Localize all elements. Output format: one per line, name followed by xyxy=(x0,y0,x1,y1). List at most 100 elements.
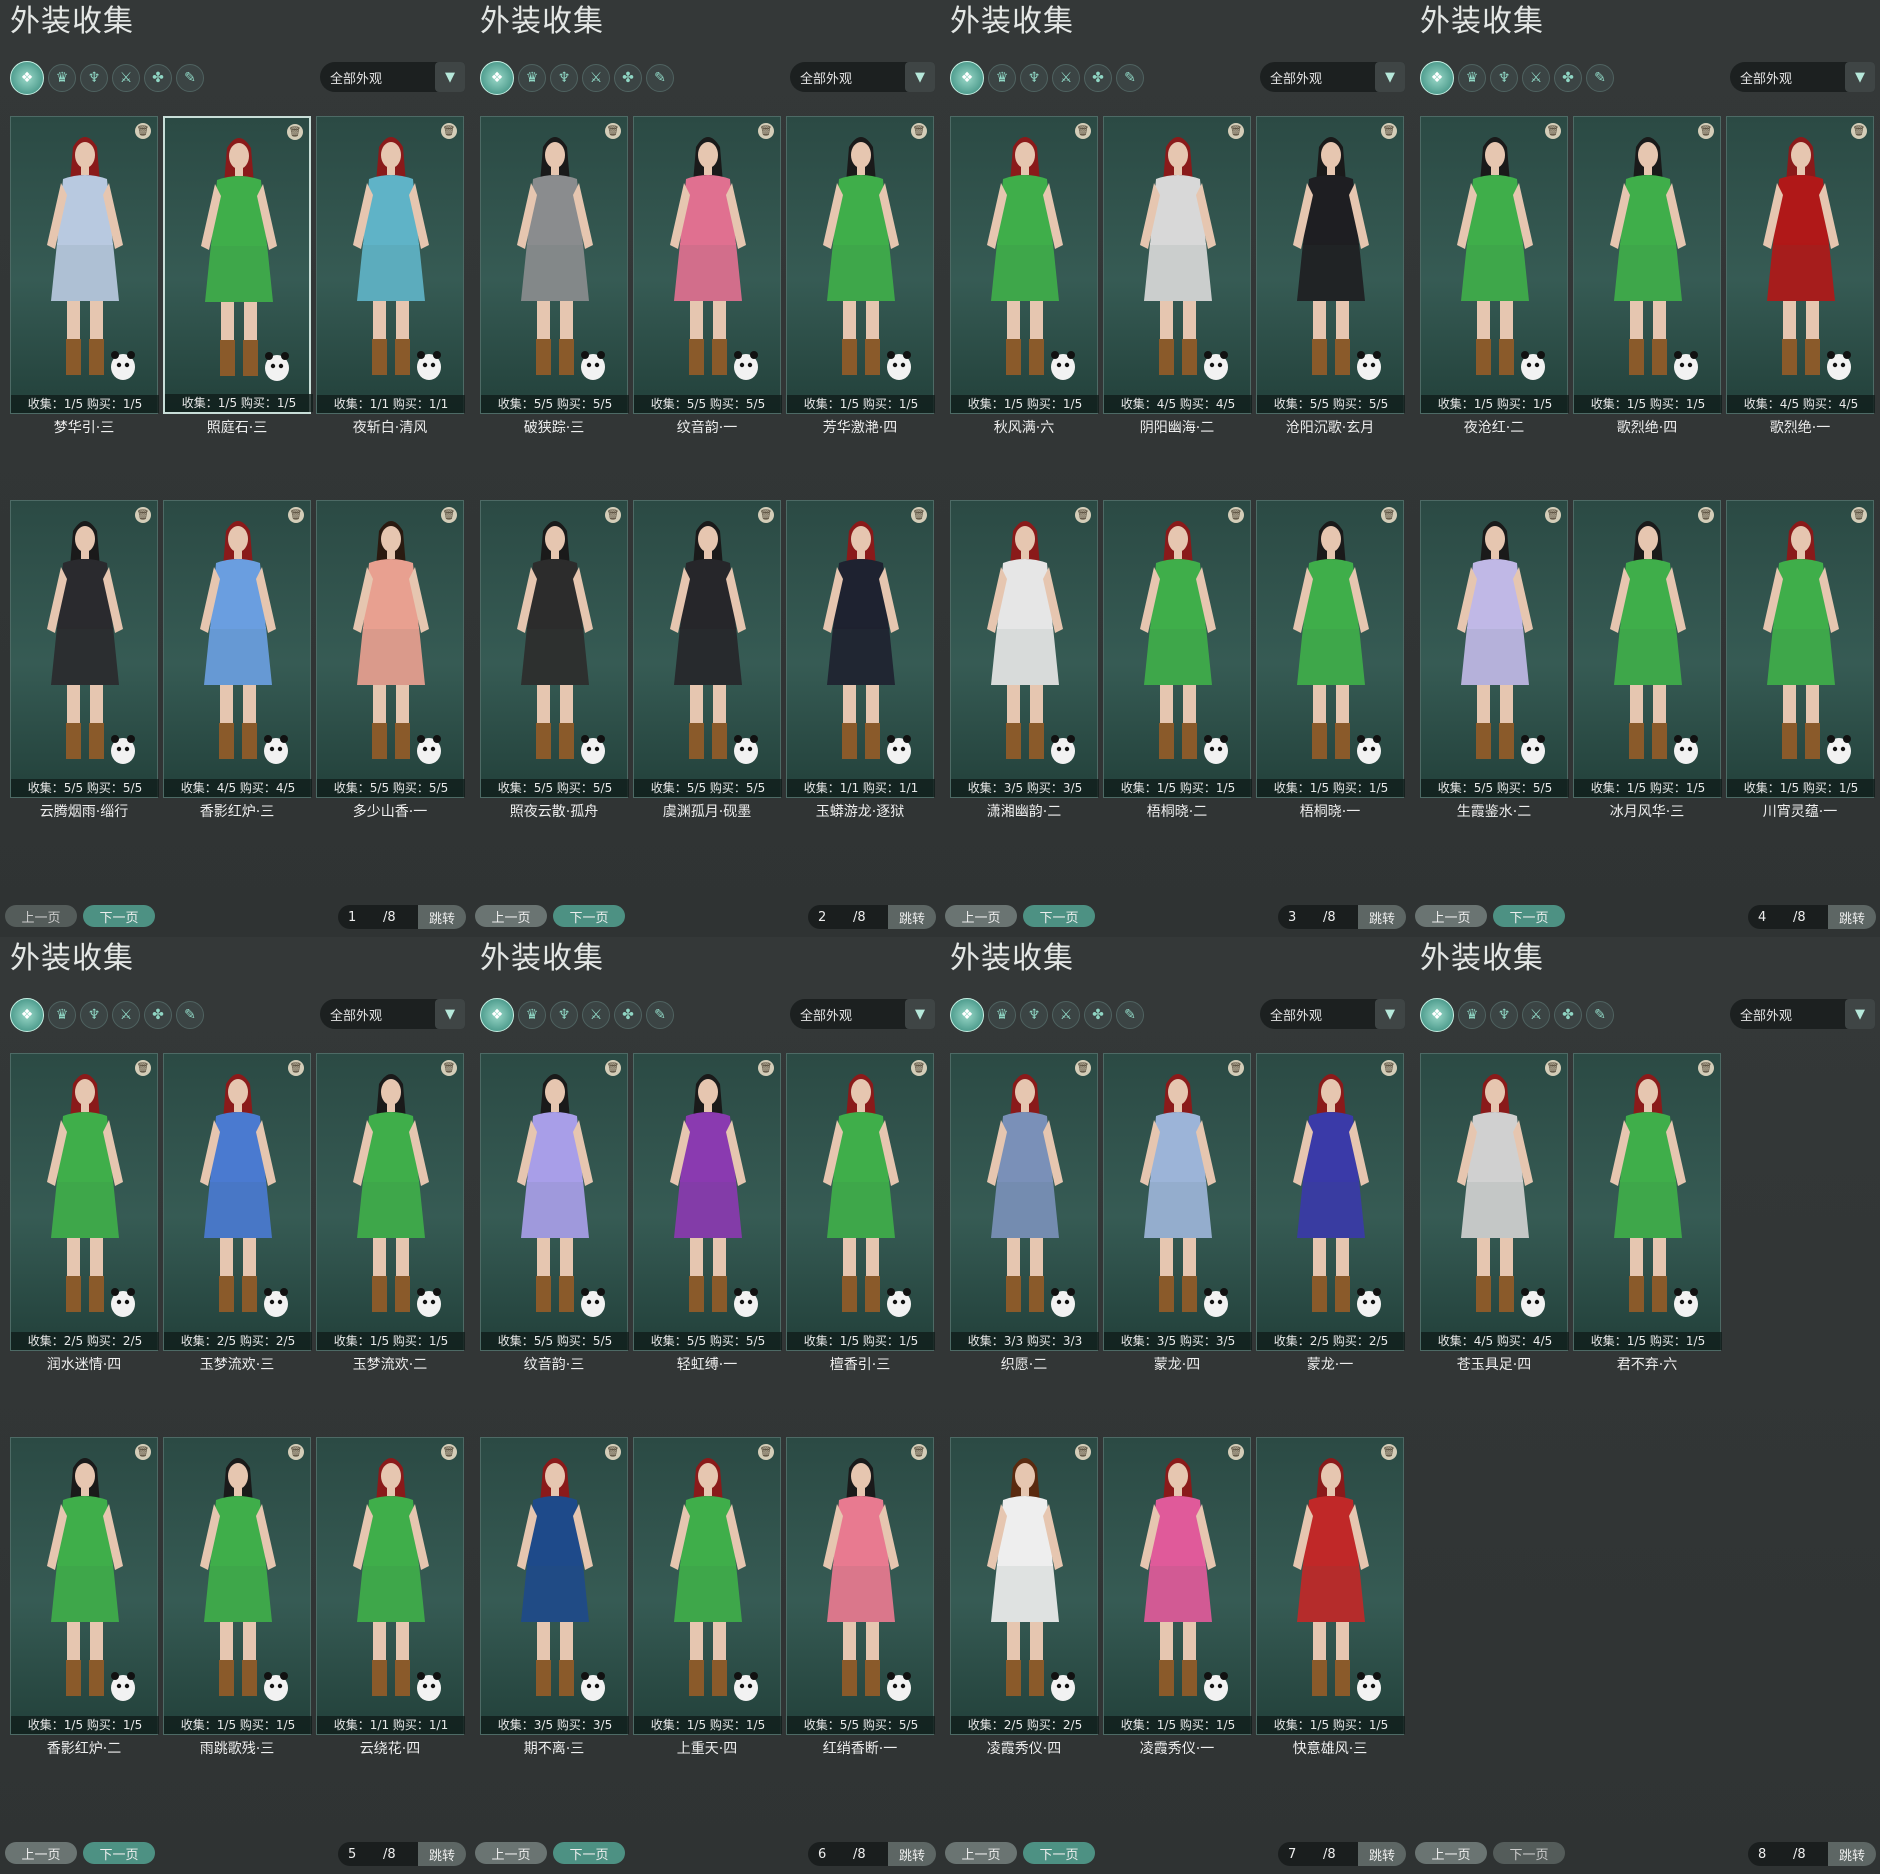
next-page-button[interactable]: 下一页 xyxy=(1493,1842,1565,1864)
jump-button[interactable]: 跳转 xyxy=(1358,1842,1406,1866)
outfit-card[interactable]: 🗑 收集：4/5 购买：4/5 xyxy=(1103,116,1252,414)
page-number-input[interactable]: 8 /8 xyxy=(1748,1842,1828,1866)
jump-button[interactable]: 跳转 xyxy=(418,1842,466,1866)
weapon-icon[interactable]: ⚔ xyxy=(1522,64,1550,92)
prev-page-button[interactable]: 上一页 xyxy=(945,905,1017,927)
trash-icon[interactable]: 🗑 xyxy=(288,1060,304,1076)
trash-icon[interactable]: 🗑 xyxy=(1698,123,1714,139)
outfit-card[interactable]: 🗑 收集：5/5 购买：5/5 xyxy=(480,500,629,798)
top-icon[interactable]: ♆ xyxy=(1020,1001,1048,1029)
outfit-item[interactable]: 🗑 收集：5/5 购买：5/5 沧阳沉歌·玄月 xyxy=(1256,116,1405,500)
all-outfit-icon[interactable]: ❖ xyxy=(480,998,514,1032)
outfit-item[interactable]: 🗑 收集：1/1 购买：1/1 云绕花·四 xyxy=(316,1437,465,1821)
outfit-item[interactable]: 🗑 收集：3/5 购买：3/5 期不离·三 xyxy=(480,1437,629,1821)
prev-page-button[interactable]: 上一页 xyxy=(945,1842,1017,1864)
trash-icon[interactable]: 🗑 xyxy=(605,123,621,139)
misc-icon[interactable]: ✎ xyxy=(176,64,204,92)
outfit-item[interactable]: 🗑 收集：5/5 购买：5/5 云腾烟雨·缁行 xyxy=(10,500,159,884)
top-icon[interactable]: ♆ xyxy=(80,1001,108,1029)
misc-icon[interactable]: ✎ xyxy=(1116,64,1144,92)
top-icon[interactable]: ♆ xyxy=(1490,1001,1518,1029)
trash-icon[interactable]: 🗑 xyxy=(1228,507,1244,523)
weapon-icon[interactable]: ⚔ xyxy=(1052,1001,1080,1029)
outfit-card[interactable]: 🗑 收集：1/5 购买：1/5 xyxy=(1573,116,1722,414)
head-icon[interactable]: ♛ xyxy=(48,1001,76,1029)
outfit-item[interactable]: 🗑 收集：1/5 购买：1/5 雨跳歌残·三 xyxy=(163,1437,312,1821)
outfit-item[interactable]: 🗑 收集：1/5 购买：1/5 檀香引·三 xyxy=(786,1053,935,1437)
outfit-item[interactable]: 🗑 收集：5/5 购买：5/5 生霞鉴水·二 xyxy=(1420,500,1569,884)
chevron-down-icon[interactable]: ▼ xyxy=(1375,62,1405,92)
outfit-card[interactable]: 🗑 收集：1/5 购买：1/5 xyxy=(1103,500,1252,798)
trash-icon[interactable]: 🗑 xyxy=(911,507,927,523)
trash-icon[interactable]: 🗑 xyxy=(911,1060,927,1076)
misc-icon[interactable]: ✎ xyxy=(1586,1001,1614,1029)
next-page-button[interactable]: 下一页 xyxy=(83,1842,155,1864)
outfit-card[interactable]: 🗑 收集：1/5 购买：1/5 xyxy=(163,116,313,414)
outfit-card[interactable]: 🗑 收集：3/5 购买：3/5 xyxy=(480,1437,629,1735)
outfit-card[interactable]: 🗑 收集：2/5 购买：2/5 xyxy=(10,1053,159,1351)
trash-icon[interactable]: 🗑 xyxy=(441,507,457,523)
trash-icon[interactable]: 🗑 xyxy=(1075,123,1091,139)
weapon-icon[interactable]: ⚔ xyxy=(582,1001,610,1029)
head-icon[interactable]: ♛ xyxy=(518,1001,546,1029)
outfit-card[interactable]: 🗑 收集：1/5 购买：1/5 xyxy=(1256,500,1405,798)
trash-icon[interactable]: 🗑 xyxy=(1851,507,1867,523)
outfit-card[interactable]: 🗑 收集：1/5 购买：1/5 xyxy=(633,1437,782,1735)
outfit-card[interactable]: 🗑 收集：1/1 购买：1/1 xyxy=(316,1437,465,1735)
top-icon[interactable]: ♆ xyxy=(550,64,578,92)
trash-icon[interactable]: 🗑 xyxy=(135,123,151,139)
outfit-item[interactable]: 🗑 收集：4/5 购买：4/5 香影红炉·三 xyxy=(163,500,312,884)
outfit-card[interactable]: 🗑 收集：1/5 购买：1/5 xyxy=(1573,1053,1722,1351)
outfit-card[interactable]: 🗑 收集：1/5 购买：1/5 xyxy=(1256,1437,1405,1735)
trash-icon[interactable]: 🗑 xyxy=(135,507,151,523)
mount-icon[interactable]: ✤ xyxy=(614,64,642,92)
misc-icon[interactable]: ✎ xyxy=(1116,1001,1144,1029)
trash-icon[interactable]: 🗑 xyxy=(135,1444,151,1460)
top-icon[interactable]: ♆ xyxy=(1020,64,1048,92)
weapon-icon[interactable]: ⚔ xyxy=(112,64,140,92)
head-icon[interactable]: ♛ xyxy=(988,1001,1016,1029)
trash-icon[interactable]: 🗑 xyxy=(441,123,457,139)
trash-icon[interactable]: 🗑 xyxy=(1381,1444,1397,1460)
outfit-item[interactable]: 🗑 收集：1/1 购买：1/1 玉蟒游龙·逐狱 xyxy=(786,500,935,884)
outfit-card[interactable]: 🗑 收集：5/5 购买：5/5 xyxy=(786,1437,935,1735)
outfit-item[interactable]: 🗑 收集：2/5 购买：2/5 凌霞秀仪·四 xyxy=(950,1437,1099,1821)
head-icon[interactable]: ♛ xyxy=(988,64,1016,92)
head-icon[interactable]: ♛ xyxy=(1458,1001,1486,1029)
outfit-card[interactable]: 🗑 收集：1/5 购买：1/5 xyxy=(10,1437,159,1735)
mount-icon[interactable]: ✤ xyxy=(614,1001,642,1029)
outfit-item[interactable]: 🗑 收集：1/5 购买：1/5 梧桐晓·一 xyxy=(1256,500,1405,884)
outfit-card[interactable]: 🗑 收集：1/5 购买：1/5 xyxy=(1420,116,1569,414)
outfit-card[interactable]: 🗑 收集：1/5 购买：1/5 xyxy=(316,1053,465,1351)
misc-icon[interactable]: ✎ xyxy=(176,1001,204,1029)
outfit-card[interactable]: 🗑 收集：5/5 购买：5/5 xyxy=(10,500,159,798)
prev-page-button[interactable]: 上一页 xyxy=(1415,1842,1487,1864)
trash-icon[interactable]: 🗑 xyxy=(1698,507,1714,523)
trash-icon[interactable]: 🗑 xyxy=(1075,507,1091,523)
page-number-input[interactable]: 3 /8 xyxy=(1278,905,1358,929)
outfit-card[interactable]: 🗑 收集：5/5 购买：5/5 xyxy=(1256,116,1405,414)
prev-page-button[interactable]: 上一页 xyxy=(475,905,547,927)
mount-icon[interactable]: ✤ xyxy=(144,1001,172,1029)
outfit-item[interactable]: 🗑 收集：5/5 购买：5/5 纹音韵·三 xyxy=(480,1053,629,1437)
outfit-card[interactable]: 🗑 收集：3/3 购买：3/3 xyxy=(950,1053,1099,1351)
trash-icon[interactable]: 🗑 xyxy=(1381,123,1397,139)
outfit-item[interactable]: 🗑 收集：1/1 购买：1/1 夜斩白·清风 xyxy=(316,116,465,500)
page-number-input[interactable]: 4 /8 xyxy=(1748,905,1828,929)
outfit-card[interactable]: 🗑 收集：5/5 购买：5/5 xyxy=(316,500,465,798)
trash-icon[interactable]: 🗑 xyxy=(1228,1444,1244,1460)
outfit-card[interactable]: 🗑 收集：1/1 购买：1/1 xyxy=(316,116,465,414)
outfit-item[interactable]: 🗑 收集：5/5 购买：5/5 轻虹缚·一 xyxy=(633,1053,782,1437)
outfit-card[interactable]: 🗑 收集：4/5 购买：4/5 xyxy=(163,500,312,798)
outfit-item[interactable]: 🗑 收集：2/5 购买：2/5 润水迷情·四 xyxy=(10,1053,159,1437)
next-page-button[interactable]: 下一页 xyxy=(553,905,625,927)
outfit-item[interactable]: 🗑 收集：1/5 购买：1/5 玉梦流欢·二 xyxy=(316,1053,465,1437)
next-page-button[interactable]: 下一页 xyxy=(83,905,155,927)
outfit-item[interactable]: 🗑 收集：5/5 购买：5/5 照夜云散·孤舟 xyxy=(480,500,629,884)
outfit-card[interactable]: 🗑 收集：5/5 购买：5/5 xyxy=(1420,500,1569,798)
outfit-card[interactable]: 🗑 收集：5/5 购买：5/5 xyxy=(633,1053,782,1351)
mount-icon[interactable]: ✤ xyxy=(144,64,172,92)
chevron-down-icon[interactable]: ▼ xyxy=(435,62,465,92)
jump-button[interactable]: 跳转 xyxy=(888,1842,936,1866)
jump-button[interactable]: 跳转 xyxy=(418,905,466,929)
